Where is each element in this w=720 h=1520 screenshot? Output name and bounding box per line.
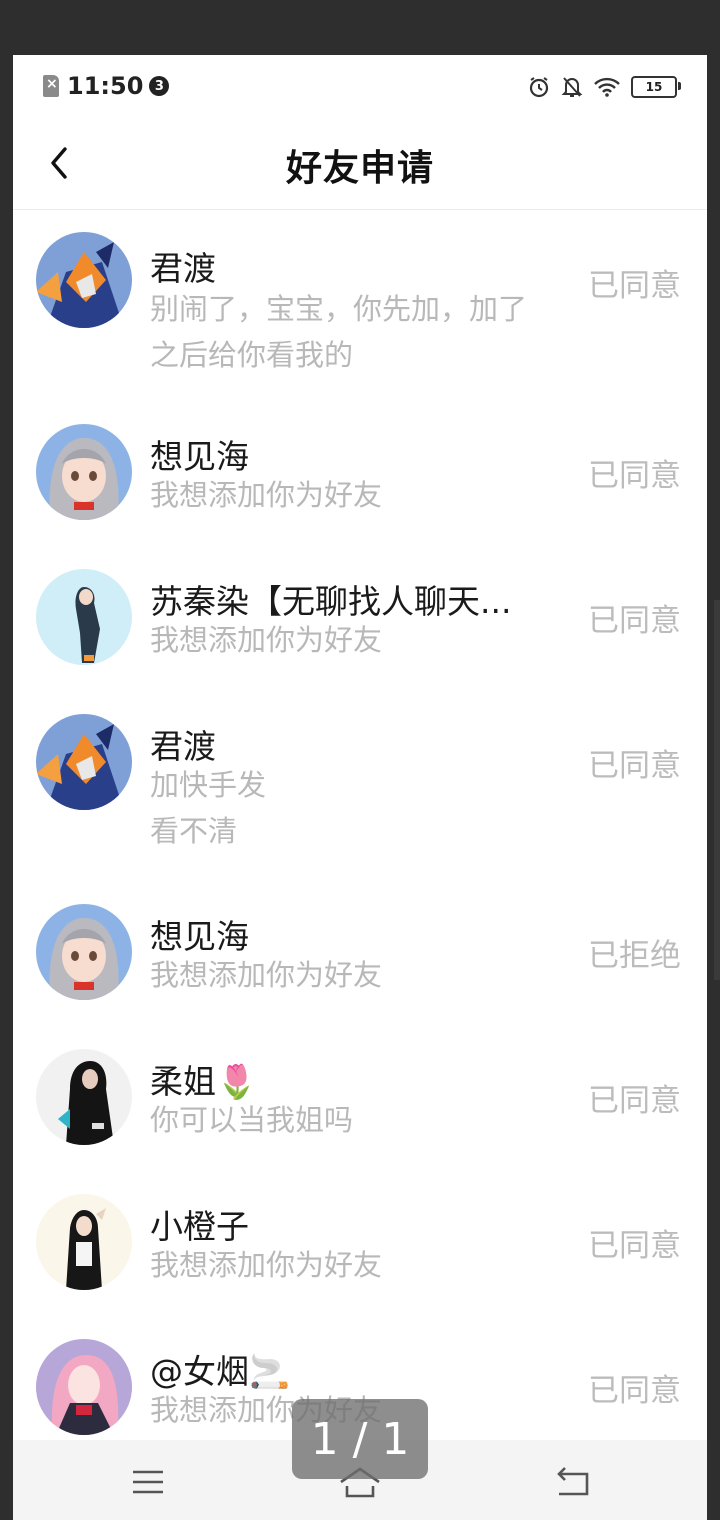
request-name: 小橙子 — [150, 1207, 249, 1246]
screen: 11:50 3 15 — [13, 55, 707, 1520]
friend-request-item[interactable]: 柔姐🌷 你可以当我姐吗 已同意 — [13, 1025, 707, 1170]
friend-request-item[interactable]: 想见海 我想添加你为好友 已同意 — [13, 400, 707, 545]
request-message: 我想添加你为好友 — [150, 1248, 383, 1282]
request-message: 我想添加你为好友 — [150, 623, 383, 657]
request-name: 君渡 — [150, 727, 216, 766]
page-title: 好友申请 — [285, 148, 434, 189]
friend-request-item[interactable]: 苏秦染【无聊找人聊天... 我想添加你为好友 已同意 — [13, 545, 707, 690]
avatar-black-hood-icon[interactable] — [36, 1049, 132, 1145]
status-time: 11:50 — [67, 72, 144, 100]
request-name: 君渡 — [150, 249, 216, 288]
request-status: 已同意 — [588, 1228, 681, 1264]
request-message: 我想添加你为好友 — [150, 958, 383, 992]
menu-button[interactable] — [123, 1462, 173, 1502]
avatar-black-hair-girl-icon[interactable] — [36, 1194, 132, 1290]
request-message: 加快手发 看不清 — [150, 768, 267, 848]
avatar-grey-hair-girl-icon[interactable] — [36, 424, 132, 520]
battery-level: 15 — [645, 80, 663, 94]
request-name: 想见海 — [150, 437, 249, 476]
request-status: 已同意 — [588, 748, 681, 784]
avatar-mecha-icon[interactable] — [36, 232, 132, 328]
request-name: @女烟🚬 — [150, 1352, 291, 1391]
request-name: 想见海 — [150, 917, 249, 956]
header-bar: 好友申请 — [13, 117, 707, 210]
page-indicator: 1 / 1 — [292, 1399, 428, 1479]
return-icon — [557, 1467, 589, 1496]
request-status: 已同意 — [588, 1083, 681, 1119]
request-status: 已同意 — [588, 603, 681, 639]
notification-count-badge: 3 — [149, 76, 170, 96]
request-name: 柔姐🌷 — [150, 1062, 258, 1101]
avatar-dark-figure-icon[interactable] — [36, 569, 132, 665]
request-name: 苏秦染【无聊找人聊天... — [150, 582, 512, 621]
scrollbar[interactable] — [714, 600, 720, 980]
alarm-icon — [529, 77, 549, 98]
request-status: 已同意 — [588, 458, 681, 494]
friend-request-item[interactable]: 小橙子 我想添加你为好友 已同意 — [13, 1170, 707, 1315]
menu-icon — [133, 1470, 163, 1494]
friend-request-item[interactable]: 想见海 我想添加你为好友 已拒绝 — [13, 880, 707, 1025]
wifi-icon — [594, 77, 620, 97]
request-message: 别闹了，宝宝，你先加，加了 之后给你看我的 — [150, 292, 528, 372]
request-status: 已同意 — [588, 268, 681, 304]
mute-bell-icon — [561, 77, 583, 97]
status-bar: 11:50 3 15 — [13, 55, 707, 117]
no-sim-icon — [43, 75, 59, 97]
friend-request-item[interactable]: 君渡 加快手发 看不清 已同意 — [13, 690, 707, 880]
battery-indicator: 15 — [631, 76, 681, 98]
request-status: 已同意 — [588, 1373, 681, 1409]
back-nav-button[interactable] — [547, 1462, 597, 1502]
avatar-pink-hair-girl-icon[interactable] — [36, 1339, 132, 1435]
request-message: 我想添加你为好友 — [150, 478, 383, 512]
request-message: 你可以当我姐吗 — [150, 1103, 354, 1137]
friend-request-item[interactable]: 君渡 别闹了，宝宝，你先加，加了 之后给你看我的 已同意 — [13, 210, 707, 395]
avatar-grey-hair-girl-icon[interactable] — [36, 904, 132, 1000]
avatar-mecha-icon[interactable] — [36, 714, 132, 810]
request-status: 已拒绝 — [588, 938, 681, 974]
